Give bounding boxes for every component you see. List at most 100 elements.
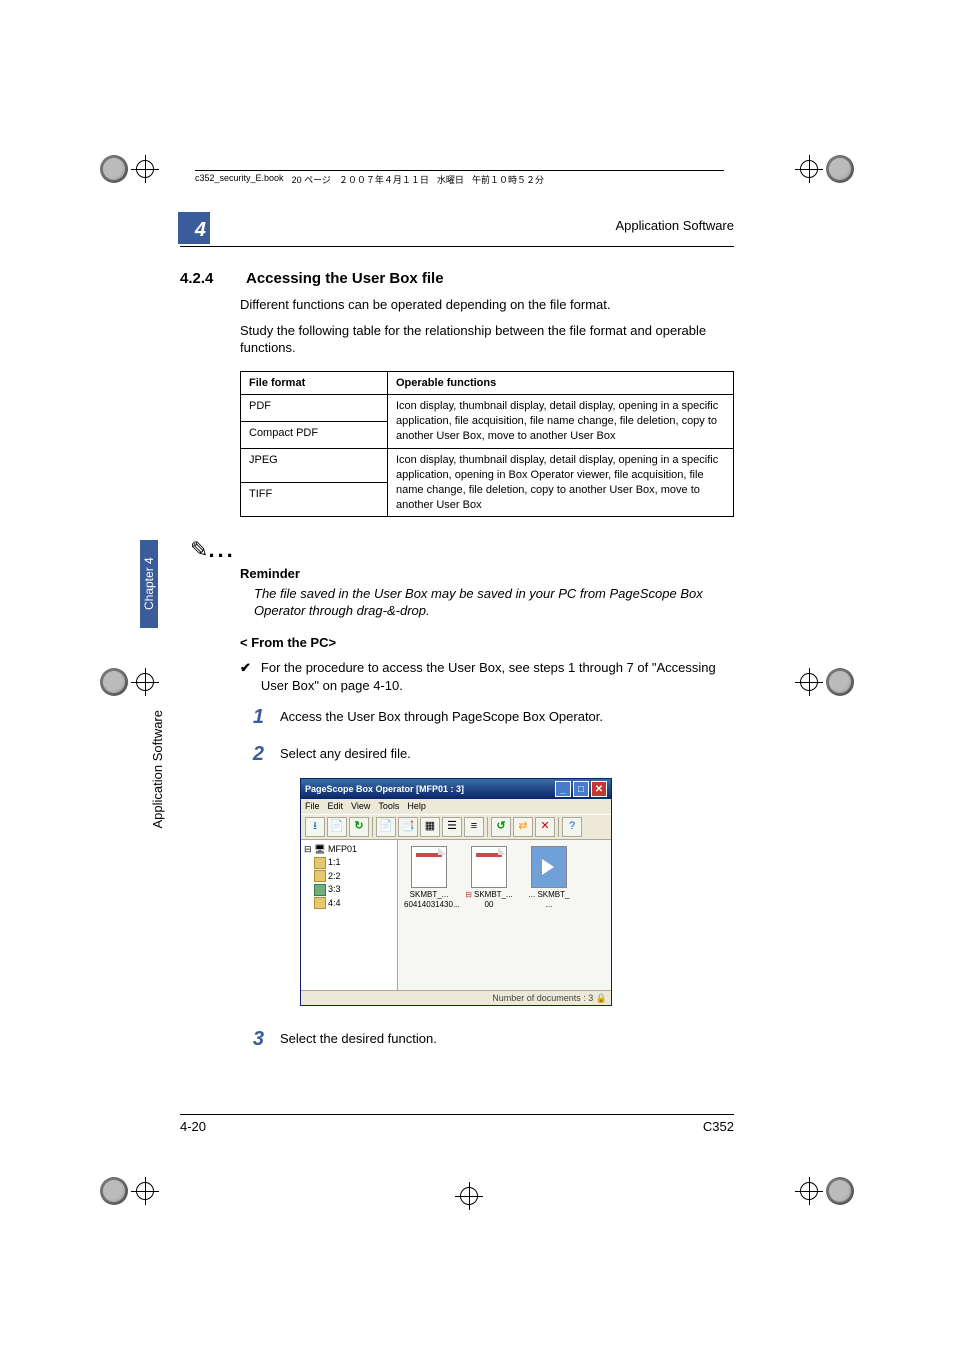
step-number: 3 bbox=[240, 1026, 264, 1053]
menu-item[interactable]: Tools bbox=[378, 800, 399, 812]
reminder-icon: ✎... bbox=[190, 537, 236, 562]
section-title: Accessing the User Box file bbox=[246, 270, 444, 287]
checkmark-icon: ✔ bbox=[240, 659, 251, 694]
td-format: PDF bbox=[241, 395, 388, 422]
titlebar[interactable]: PageScope Box Operator [MFP01 : 3] _ □ ✕ bbox=[301, 779, 611, 799]
prereq-line: ✔ For the procedure to access the User B… bbox=[240, 659, 734, 694]
menu-item[interactable]: Help bbox=[407, 800, 426, 812]
toolbar-button[interactable]: 📄 bbox=[376, 817, 396, 837]
maximize-button[interactable]: □ bbox=[573, 781, 589, 797]
reminder-label: Reminder bbox=[240, 565, 734, 583]
step-3: 3 Select the desired function. bbox=[240, 1026, 734, 1053]
file-item[interactable]: SKMBT_... 60414031430... bbox=[404, 846, 454, 912]
step-text: Select any desired file. bbox=[280, 741, 734, 768]
step-text: Select the desired function. bbox=[280, 1026, 734, 1053]
tree-root[interactable]: ⊟ 🖥 MFP01 bbox=[304, 843, 394, 857]
file-item[interactable]: ... SKMBT_ ... bbox=[524, 846, 574, 912]
file-name: ... SKMBT_ bbox=[524, 890, 574, 901]
crop-mark-right bbox=[800, 668, 854, 696]
book-time-jp: 午前１０時５２分 bbox=[472, 173, 544, 186]
menu-item[interactable]: View bbox=[351, 800, 370, 812]
folder-icon bbox=[314, 897, 326, 909]
crop-mark-top-right bbox=[800, 155, 854, 183]
toolbar: ⭳ 📄 ↻ 📄 📑 ▦ ☰ ≡ ↺ ⇄ ✕ ? bbox=[301, 814, 611, 840]
toolbar-button[interactable]: ≡ bbox=[464, 817, 484, 837]
folder-icon bbox=[314, 857, 326, 869]
minimize-button[interactable]: _ bbox=[555, 781, 571, 797]
book-page-jp: 20 ページ bbox=[292, 173, 331, 186]
crop-mark-top-left bbox=[100, 155, 154, 183]
crop-mark-bottom-center bbox=[460, 1187, 478, 1205]
app-window: PageScope Box Operator [MFP01 : 3] _ □ ✕… bbox=[300, 778, 612, 1005]
toolbar-separator bbox=[372, 817, 373, 837]
toolbar-separator bbox=[487, 817, 488, 837]
table-row: PDF Icon display, thumbnail display, det… bbox=[241, 395, 734, 422]
td-format: Compact PDF bbox=[241, 422, 388, 449]
file-name: SKMBT_... bbox=[474, 890, 513, 901]
toolbar-delete-button[interactable]: ✕ bbox=[535, 817, 555, 837]
footer-page: 4-20 bbox=[180, 1119, 206, 1134]
paragraph-1: Different functions can be operated depe… bbox=[240, 296, 734, 314]
menu-item[interactable]: Edit bbox=[328, 800, 344, 812]
tree-node[interactable]: 3:3 bbox=[304, 883, 394, 897]
reminder-text: The file saved in the User Box may be sa… bbox=[254, 585, 734, 620]
tree-pane[interactable]: ⊟ 🖥 MFP01 1:1 2:2 3:3 4:4 bbox=[301, 840, 398, 990]
th-ops: Operable functions bbox=[388, 371, 734, 395]
step-number: 1 bbox=[240, 704, 264, 731]
book-date-jp: ２００７年４月１１日 bbox=[339, 173, 429, 186]
toolbar-button[interactable]: 📄 bbox=[327, 817, 347, 837]
toolbar-button[interactable]: ↺ bbox=[491, 817, 511, 837]
toolbar-help-button[interactable]: ? bbox=[562, 817, 582, 837]
step-2: 2 Select any desired file. bbox=[240, 741, 734, 768]
side-running-label: Application Software bbox=[150, 710, 165, 829]
format-table: File format Operable functions PDF Icon … bbox=[240, 371, 734, 518]
table-row: JPEG Icon display, thumbnail display, de… bbox=[241, 449, 734, 483]
toolbar-button[interactable]: ⇄ bbox=[513, 817, 533, 837]
close-button[interactable]: ✕ bbox=[591, 781, 607, 797]
tree-node[interactable]: 1:1 bbox=[304, 856, 394, 870]
subsection-head: < From the PC> bbox=[240, 634, 734, 652]
footer-model: C352 bbox=[703, 1119, 734, 1134]
screenshot-figure: PageScope Box Operator [MFP01 : 3] _ □ ✕… bbox=[300, 778, 734, 1005]
running-head: Application Software bbox=[615, 218, 734, 233]
folder-icon bbox=[314, 884, 326, 896]
file-name: SKMBT_... bbox=[404, 890, 454, 901]
menu-item[interactable]: File bbox=[305, 800, 320, 812]
step-text: Access the User Box through PageScope Bo… bbox=[280, 704, 734, 731]
book-filename: c352_security_E.book bbox=[195, 173, 284, 186]
tree-node[interactable]: 4:4 bbox=[304, 897, 394, 911]
window-title: PageScope Box Operator [MFP01 : 3] bbox=[305, 783, 464, 795]
chapter-tab: 4 bbox=[178, 212, 210, 244]
th-format: File format bbox=[241, 371, 388, 395]
status-lock-icon: 🔒 bbox=[596, 993, 607, 1003]
crop-mark-bottom-left bbox=[100, 1177, 154, 1205]
file-pane[interactable]: SKMBT_... 60414031430... ⊟SKMBT_... 00 bbox=[398, 840, 611, 990]
toolbar-refresh-button[interactable]: ↻ bbox=[349, 817, 369, 837]
paragraph-2: Study the following table for the relati… bbox=[240, 322, 734, 357]
td-format: JPEG bbox=[241, 449, 388, 483]
step-number: 2 bbox=[240, 741, 264, 768]
status-text: Number of documents : 3 bbox=[492, 993, 593, 1003]
file-name-sub: 60414031430... bbox=[404, 900, 454, 911]
toolbar-button[interactable]: 📑 bbox=[398, 817, 418, 837]
section-number: 4.2.4 bbox=[180, 270, 230, 287]
crop-mark-bottom-right bbox=[800, 1177, 854, 1205]
toolbar-button[interactable]: ⭳ bbox=[305, 817, 325, 837]
prereq-text: For the procedure to access the User Box… bbox=[261, 659, 734, 694]
toolbar-separator bbox=[558, 817, 559, 837]
menubar[interactable]: File Edit View Tools Help bbox=[301, 799, 611, 813]
td-ops: Icon display, thumbnail display, detail … bbox=[388, 395, 734, 449]
side-chapter-tab: Chapter 4 bbox=[140, 540, 158, 628]
file-name-sub: 00 bbox=[464, 900, 514, 911]
step-1: 1 Access the User Box through PageScope … bbox=[240, 704, 734, 731]
td-ops: Icon display, thumbnail display, detail … bbox=[388, 449, 734, 517]
toolbar-button[interactable]: ▦ bbox=[420, 817, 440, 837]
book-day-jp: 水曜日 bbox=[437, 173, 464, 186]
file-item[interactable]: ⊟SKMBT_... 00 bbox=[464, 846, 514, 912]
toolbar-button[interactable]: ☰ bbox=[442, 817, 462, 837]
td-format: TIFF bbox=[241, 483, 388, 517]
header-rule bbox=[180, 246, 734, 247]
tree-node[interactable]: 2:2 bbox=[304, 870, 394, 884]
folder-icon bbox=[314, 870, 326, 882]
crop-mark-left bbox=[100, 668, 154, 696]
